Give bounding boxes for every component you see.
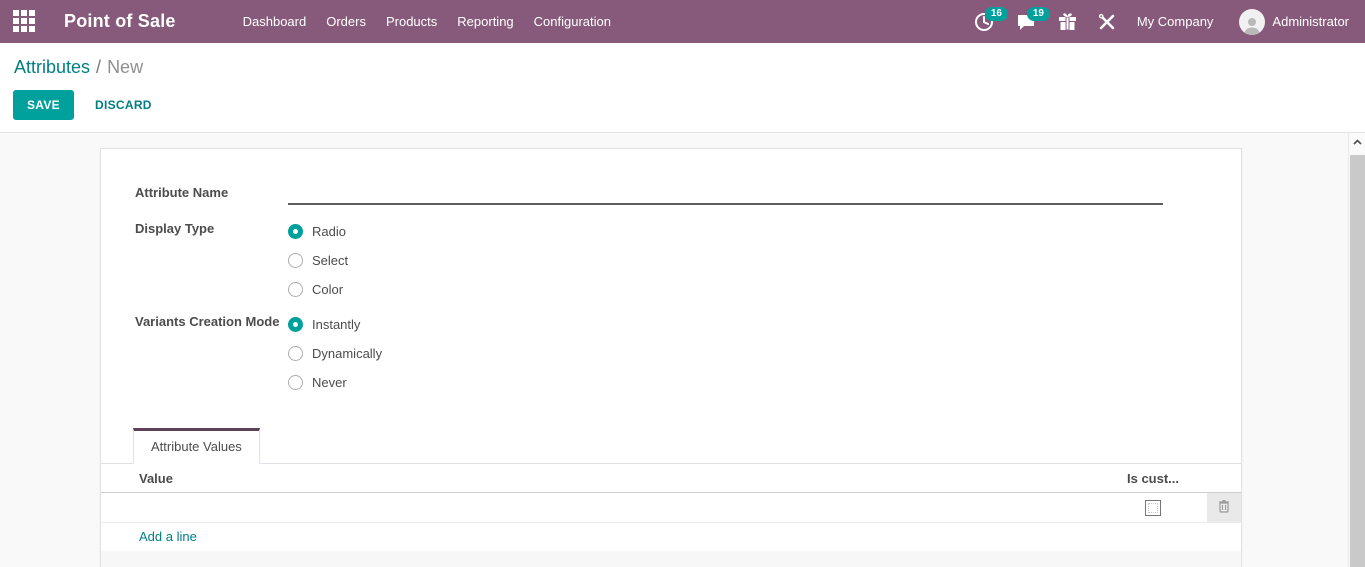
variants-mode-radio-group: Instantly Dynamically Never: [288, 310, 382, 397]
top-navbar: Point of Sale Dashboard Orders Products …: [0, 0, 1365, 43]
navbar-systray: 16 19 My Company Administrator: [974, 6, 1349, 35]
activity-count-badge: 16: [984, 6, 1008, 21]
option-label: Select: [312, 253, 349, 268]
user-menu[interactable]: Administrator: [1239, 8, 1349, 35]
display-type-option-color[interactable]: Color: [288, 275, 348, 304]
app-title[interactable]: Point of Sale: [64, 11, 176, 32]
vertical-scrollbar[interactable]: [1348, 133, 1365, 567]
option-label: Instantly: [312, 317, 361, 332]
radio-button-icon[interactable]: [288, 375, 303, 390]
form-sheet: Attribute Name Display Type Radio Select: [100, 148, 1242, 567]
messages-button[interactable]: 19: [1016, 6, 1050, 32]
option-label: Color: [312, 282, 344, 297]
tab-attribute-values[interactable]: Attribute Values: [133, 428, 260, 464]
display-type-row: Display Type Radio Select Color: [135, 217, 1206, 304]
gift-icon[interactable]: [1058, 12, 1077, 31]
message-count-badge: 19: [1026, 6, 1050, 21]
attribute-name-row: Attribute Name: [135, 181, 1206, 205]
variants-mode-option-never[interactable]: Never: [288, 368, 382, 397]
company-switcher[interactable]: My Company: [1137, 14, 1214, 29]
menu-reporting[interactable]: Reporting: [447, 2, 523, 41]
option-label: Dynamically: [312, 346, 383, 361]
radio-button-icon[interactable]: [288, 346, 303, 361]
display-type-label: Display Type: [135, 221, 215, 236]
table-header-row: Value Is cust...: [101, 464, 1241, 493]
menu-orders[interactable]: Orders: [316, 2, 376, 41]
menu-products[interactable]: Products: [376, 2, 447, 41]
display-type-radio-group: Radio Select Color: [288, 217, 348, 304]
column-header-is-custom[interactable]: Is cust...: [1099, 471, 1207, 486]
radio-button-icon[interactable]: [288, 253, 303, 268]
variants-mode-row: Variants Creation Mode Instantly Dynamic…: [135, 310, 1206, 397]
radio-button-checked-icon[interactable]: [288, 224, 303, 239]
radio-button-checked-icon[interactable]: [288, 317, 303, 332]
variants-mode-label: Variants Creation Mode: [135, 314, 280, 329]
table-footer: [101, 551, 1241, 567]
option-label: Radio: [312, 224, 346, 239]
breadcrumb-separator: /: [96, 57, 102, 77]
attribute-name-input[interactable]: [288, 181, 1163, 205]
column-header-value[interactable]: Value: [101, 471, 1099, 486]
control-panel: SAVE DISCARD: [0, 84, 1365, 133]
breadcrumb-current: New: [107, 57, 144, 77]
apps-menu-icon[interactable]: [13, 9, 37, 34]
menu-configuration[interactable]: Configuration: [524, 2, 621, 41]
display-type-option-select[interactable]: Select: [288, 246, 348, 275]
discard-button[interactable]: DISCARD: [81, 90, 166, 120]
main-menu: Dashboard Orders Products Reporting Conf…: [233, 2, 621, 41]
is-custom-cell: [1099, 499, 1207, 516]
table-row[interactable]: [101, 493, 1241, 523]
attribute-name-label: Attribute Name: [135, 185, 229, 200]
user-avatar: [1239, 8, 1266, 35]
display-type-option-radio[interactable]: Radio: [288, 217, 348, 246]
form-view-container: Attribute Name Display Type Radio Select: [0, 133, 1365, 567]
trash-icon: [1218, 499, 1230, 516]
activities-button[interactable]: 16: [974, 6, 1008, 32]
breadcrumb-parent-link[interactable]: Attributes: [14, 57, 90, 77]
is-custom-checkbox[interactable]: [1145, 499, 1161, 516]
delete-row-button[interactable]: [1207, 493, 1241, 522]
tab-bar: Attribute Values: [101, 428, 1241, 464]
option-label: Never: [312, 375, 347, 390]
attribute-values-table: Value Is cust... Add a line: [101, 464, 1241, 567]
scrollbar-thumb[interactable]: [1350, 155, 1365, 567]
menu-dashboard[interactable]: Dashboard: [233, 2, 317, 41]
tools-icon[interactable]: [1098, 13, 1116, 31]
save-button[interactable]: SAVE: [13, 90, 74, 120]
variants-mode-option-instantly[interactable]: Instantly: [288, 310, 382, 339]
radio-button-icon[interactable]: [288, 282, 303, 297]
breadcrumb: Attributes / New: [0, 43, 1365, 84]
notebook: Attribute Values Value Is cust... Add a …: [101, 428, 1241, 567]
add-a-line-link[interactable]: Add a line: [101, 529, 197, 544]
user-name: Administrator: [1272, 14, 1349, 29]
variants-mode-option-dynamically[interactable]: Dynamically: [288, 339, 382, 368]
scrollbar-up-arrow[interactable]: [1349, 133, 1365, 151]
add-line-row: Add a line: [101, 523, 1241, 550]
